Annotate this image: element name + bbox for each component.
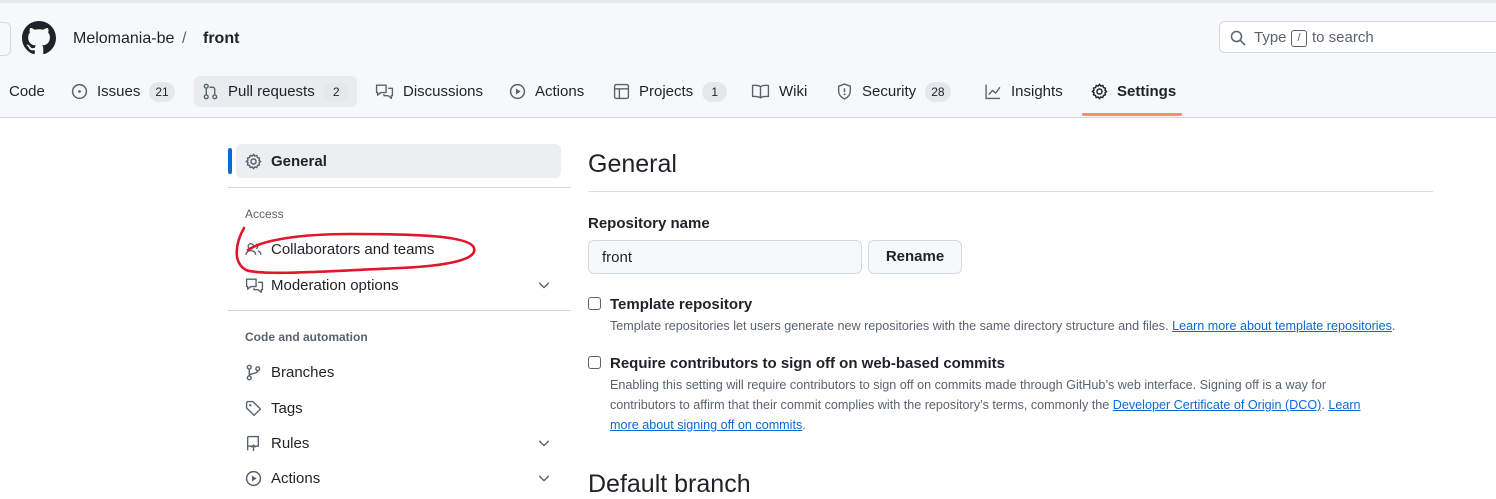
- tab-label: Projects: [639, 83, 694, 100]
- tab-label: Issues: [97, 83, 141, 100]
- signoff-separator: .: [1321, 398, 1325, 412]
- tag-icon: [245, 400, 262, 416]
- signoff-description-line3: more about signing off on commits.: [610, 415, 1410, 435]
- tab-settings[interactable]: Settings: [1091, 76, 1176, 107]
- signoff-description-line2: contributors to affirm that their commit…: [610, 395, 1410, 415]
- signoff-checkbox[interactable]: [588, 356, 601, 369]
- shield-icon: [837, 83, 852, 100]
- tab-actions[interactable]: Actions: [509, 76, 584, 107]
- search-input[interactable]: Type / to search: [1219, 21, 1496, 53]
- report-icon: [245, 277, 264, 293]
- git-pull-request-icon: [203, 83, 218, 100]
- sidebar-item-label: Branches: [271, 363, 335, 381]
- signoff-learn-more-link[interactable]: more about signing off on commits: [610, 418, 802, 432]
- chevron-down-icon[interactable]: [537, 278, 551, 292]
- signoff-learn-more-link-start[interactable]: Learn: [1328, 398, 1360, 412]
- sidebar-item-general[interactable]: General: [236, 144, 561, 178]
- signoff-label[interactable]: Require contributors to sign off on web-…: [610, 355, 1005, 372]
- signoff-description-line1: Enabling this setting will require contr…: [610, 378, 1327, 392]
- git-branch-icon: [246, 364, 261, 380]
- tab-pull-requests[interactable]: Pull requests 2: [194, 76, 357, 107]
- tab-wiki[interactable]: Wiki: [751, 76, 807, 107]
- sidebar-item-label: Rules: [271, 434, 310, 452]
- template-description-text: Template repositories let users generate…: [610, 319, 1169, 333]
- search-placeholder-suffix: to search: [1312, 29, 1374, 46]
- search-icon: [1230, 30, 1246, 46]
- sidebar-divider: [228, 187, 571, 188]
- people-icon: [245, 242, 262, 255]
- signoff-description-text: contributors to affirm that their commit…: [610, 398, 1110, 412]
- sidebar-item-label: Tags: [271, 399, 303, 417]
- sidebar-item-label: Collaborators and teams: [271, 240, 435, 258]
- tab-issues[interactable]: Issues 21: [71, 76, 175, 107]
- tab-code[interactable]: Code: [9, 76, 45, 107]
- tab-label: Code: [9, 83, 45, 100]
- sidebar-item-branches[interactable]: Branches: [236, 355, 561, 389]
- tab-insights[interactable]: Insights: [984, 76, 1063, 107]
- template-repository-description: Template repositories let users generate…: [610, 316, 1395, 336]
- sidebar-heading-automation: Code and automation: [245, 330, 368, 344]
- gear-icon: [245, 153, 262, 169]
- github-logo-icon[interactable]: [22, 21, 56, 55]
- title-divider: [588, 191, 1433, 192]
- tab-discussions[interactable]: Discussions: [375, 76, 483, 107]
- template-description-end: .: [1391, 319, 1396, 333]
- tab-label: Pull requests: [228, 83, 315, 100]
- tab-label: Security: [862, 83, 917, 100]
- sidebar-divider: [228, 310, 571, 311]
- tab-label: Settings: [1117, 83, 1177, 100]
- table-icon: [613, 83, 630, 100]
- sidebar-item-label: Moderation options: [271, 276, 399, 294]
- play-icon: [245, 470, 262, 486]
- rename-button[interactable]: Rename: [868, 240, 962, 274]
- repository-name-label: Repository name: [588, 215, 710, 232]
- breadcrumb-owner[interactable]: Melomania-be: [73, 29, 174, 49]
- breadcrumb-separator: /: [182, 30, 187, 47]
- tab-label: Actions: [535, 83, 585, 100]
- gear-icon: [1091, 83, 1108, 100]
- sidebar-item-rules[interactable]: Rules: [236, 426, 561, 460]
- tab-projects[interactable]: Projects 1: [613, 76, 728, 107]
- chevron-down-icon[interactable]: [537, 436, 551, 450]
- template-repository-label[interactable]: Template repository: [610, 296, 752, 313]
- tab-label: Insights: [1011, 83, 1063, 100]
- sidebar-item-actions[interactable]: Actions: [236, 461, 561, 495]
- repo-header: Melomania-be / front Type / to search Co…: [0, 0, 1496, 118]
- sidebar-item-label: Actions: [271, 469, 321, 487]
- sidebar-heading-access: Access: [245, 207, 284, 221]
- menu-button[interactable]: [0, 22, 11, 56]
- page-title: General: [588, 150, 677, 178]
- repo-push-icon: [246, 435, 259, 451]
- default-branch-heading: Default branch: [588, 470, 751, 498]
- sidebar-item-moderation[interactable]: Moderation options: [236, 268, 561, 302]
- sidebar-item-tags[interactable]: Tags: [236, 391, 561, 425]
- pull-requests-counter: 2: [323, 81, 349, 102]
- security-counter: 28: [925, 81, 951, 102]
- issue-opened-icon: [71, 83, 88, 100]
- tab-label: Wiki: [779, 83, 808, 100]
- template-repository-checkbox[interactable]: [588, 297, 601, 310]
- book-icon: [751, 84, 770, 99]
- sidebar-item-collaborators[interactable]: Collaborators and teams: [236, 232, 561, 266]
- search-shortcut-key: /: [1291, 30, 1307, 47]
- breadcrumb-repo[interactable]: front: [203, 29, 239, 49]
- sidebar-item-label: General: [271, 152, 327, 170]
- comment-discussion-icon: [375, 84, 394, 100]
- active-tab-underline: [1082, 113, 1182, 116]
- projects-counter: 1: [702, 81, 728, 102]
- template-learn-more-link[interactable]: Learn more about template repositories: [1172, 319, 1392, 333]
- dco-link[interactable]: Developer Certificate of Origin (DCO): [1113, 398, 1322, 412]
- signoff-description-end: .: [802, 418, 806, 432]
- top-border: [0, 0, 1496, 3]
- issues-counter: 21: [149, 81, 175, 102]
- graph-icon: [985, 84, 1001, 100]
- tab-label: Discussions: [403, 83, 484, 100]
- repository-name-input[interactable]: front: [588, 240, 862, 274]
- signoff-description: Enabling this setting will require contr…: [610, 375, 1410, 435]
- tab-security[interactable]: Security 28: [836, 76, 951, 107]
- chevron-down-icon[interactable]: [537, 471, 551, 485]
- search-placeholder-prefix: Type: [1254, 29, 1287, 46]
- play-icon: [509, 83, 526, 100]
- active-indicator: [228, 148, 232, 174]
